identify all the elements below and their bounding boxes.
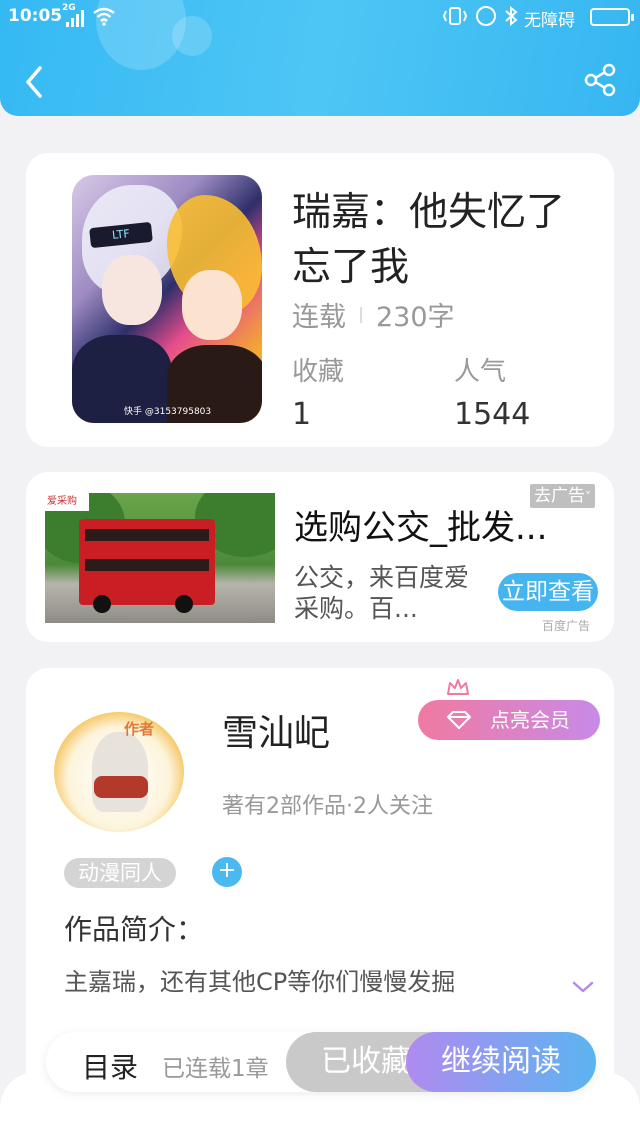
author-avatar[interactable]: 作者 [54,712,184,832]
add-tag-button[interactable]: + [212,857,242,887]
meta-divider [360,306,362,323]
book-title: 瑞嘉：他失忆了忘了我 [292,190,566,290]
ad-card[interactable]: 爱采购 选购公交_批发... 公交，来百度爱采购。百... 去广告˅ 立即查看 … [26,472,614,642]
status-time: 10:05 [8,6,63,26]
accessibility-label: 无障碍 [524,11,575,31]
serial-chapter-count: 已连载1章 [162,1056,269,1082]
book-meta: 连载 230字 [292,295,455,334]
vip-button-label: 点亮会员 [490,708,570,732]
cover-credit: 快手 @3153795803 [124,407,212,417]
favorites-value: 1 [292,397,312,432]
remove-ad-label: 去广告 [534,486,585,506]
share-icon [584,63,616,97]
crown-icon [447,679,469,695]
author-stats: 著有2部作品·2人关注 [222,794,433,819]
ad-description: 公交，来百度爱采购。百... [294,563,470,623]
back-button[interactable] [20,62,50,102]
intro-heading: 作品简介： [64,913,205,946]
ad-source: 百度广告 [542,619,591,633]
lock-rotation-icon [476,6,496,26]
popularity-value: 1544 [454,397,531,432]
word-count: 230字 [376,302,455,333]
book-info-card: LTF 快手 @3153795803 瑞嘉：他失忆了忘了我 连载 230字 收藏… [26,153,614,447]
chevron-down-icon[interactable] [571,980,595,994]
vibrate-icon [442,7,468,25]
header: 10:05 2G 无障碍 [0,0,640,116]
battery-icon [590,8,634,26]
author-avatar-tag: 作者 [124,720,155,738]
status-bar: 10:05 2G 无障碍 [0,0,640,34]
ad-title[interactable]: 选购公交_批发... [294,500,547,549]
share-button[interactable] [582,62,618,98]
bus-image [79,519,215,613]
wifi-icon [93,7,115,26]
diamond-icon [447,711,471,729]
chevron-down-icon: ˅ [585,490,591,504]
chevron-left-icon [26,66,42,98]
vip-button[interactable]: 点亮会员 [418,700,600,740]
remove-ad-button[interactable]: 去广告˅ [530,484,595,508]
ad-view-button[interactable]: 立即查看 [498,573,598,611]
book-cover[interactable]: LTF 快手 @3153795803 [72,175,262,423]
bottom-action-bar: 目录 已连载1章 已收藏 继续阅读 [46,1032,596,1092]
category-tag[interactable]: 动漫同人 [64,858,176,888]
author-name: 雪汕屺 [222,713,331,754]
serial-status: 连载 [292,302,346,333]
bluetooth-icon [505,6,518,26]
favorites-label: 收藏 [292,357,345,387]
popularity-label: 人气 [454,357,507,387]
continue-reading-button[interactable]: 继续阅读 [406,1032,596,1092]
ad-image-logo: 爱采购 [45,493,89,511]
ad-image[interactable]: 爱采购 [45,493,275,623]
signal-icon [66,10,84,27]
intro-text: 主嘉瑞，还有其他CP等你们慢慢发掘 [64,968,456,996]
toc-button[interactable]: 目录 [82,1046,138,1086]
